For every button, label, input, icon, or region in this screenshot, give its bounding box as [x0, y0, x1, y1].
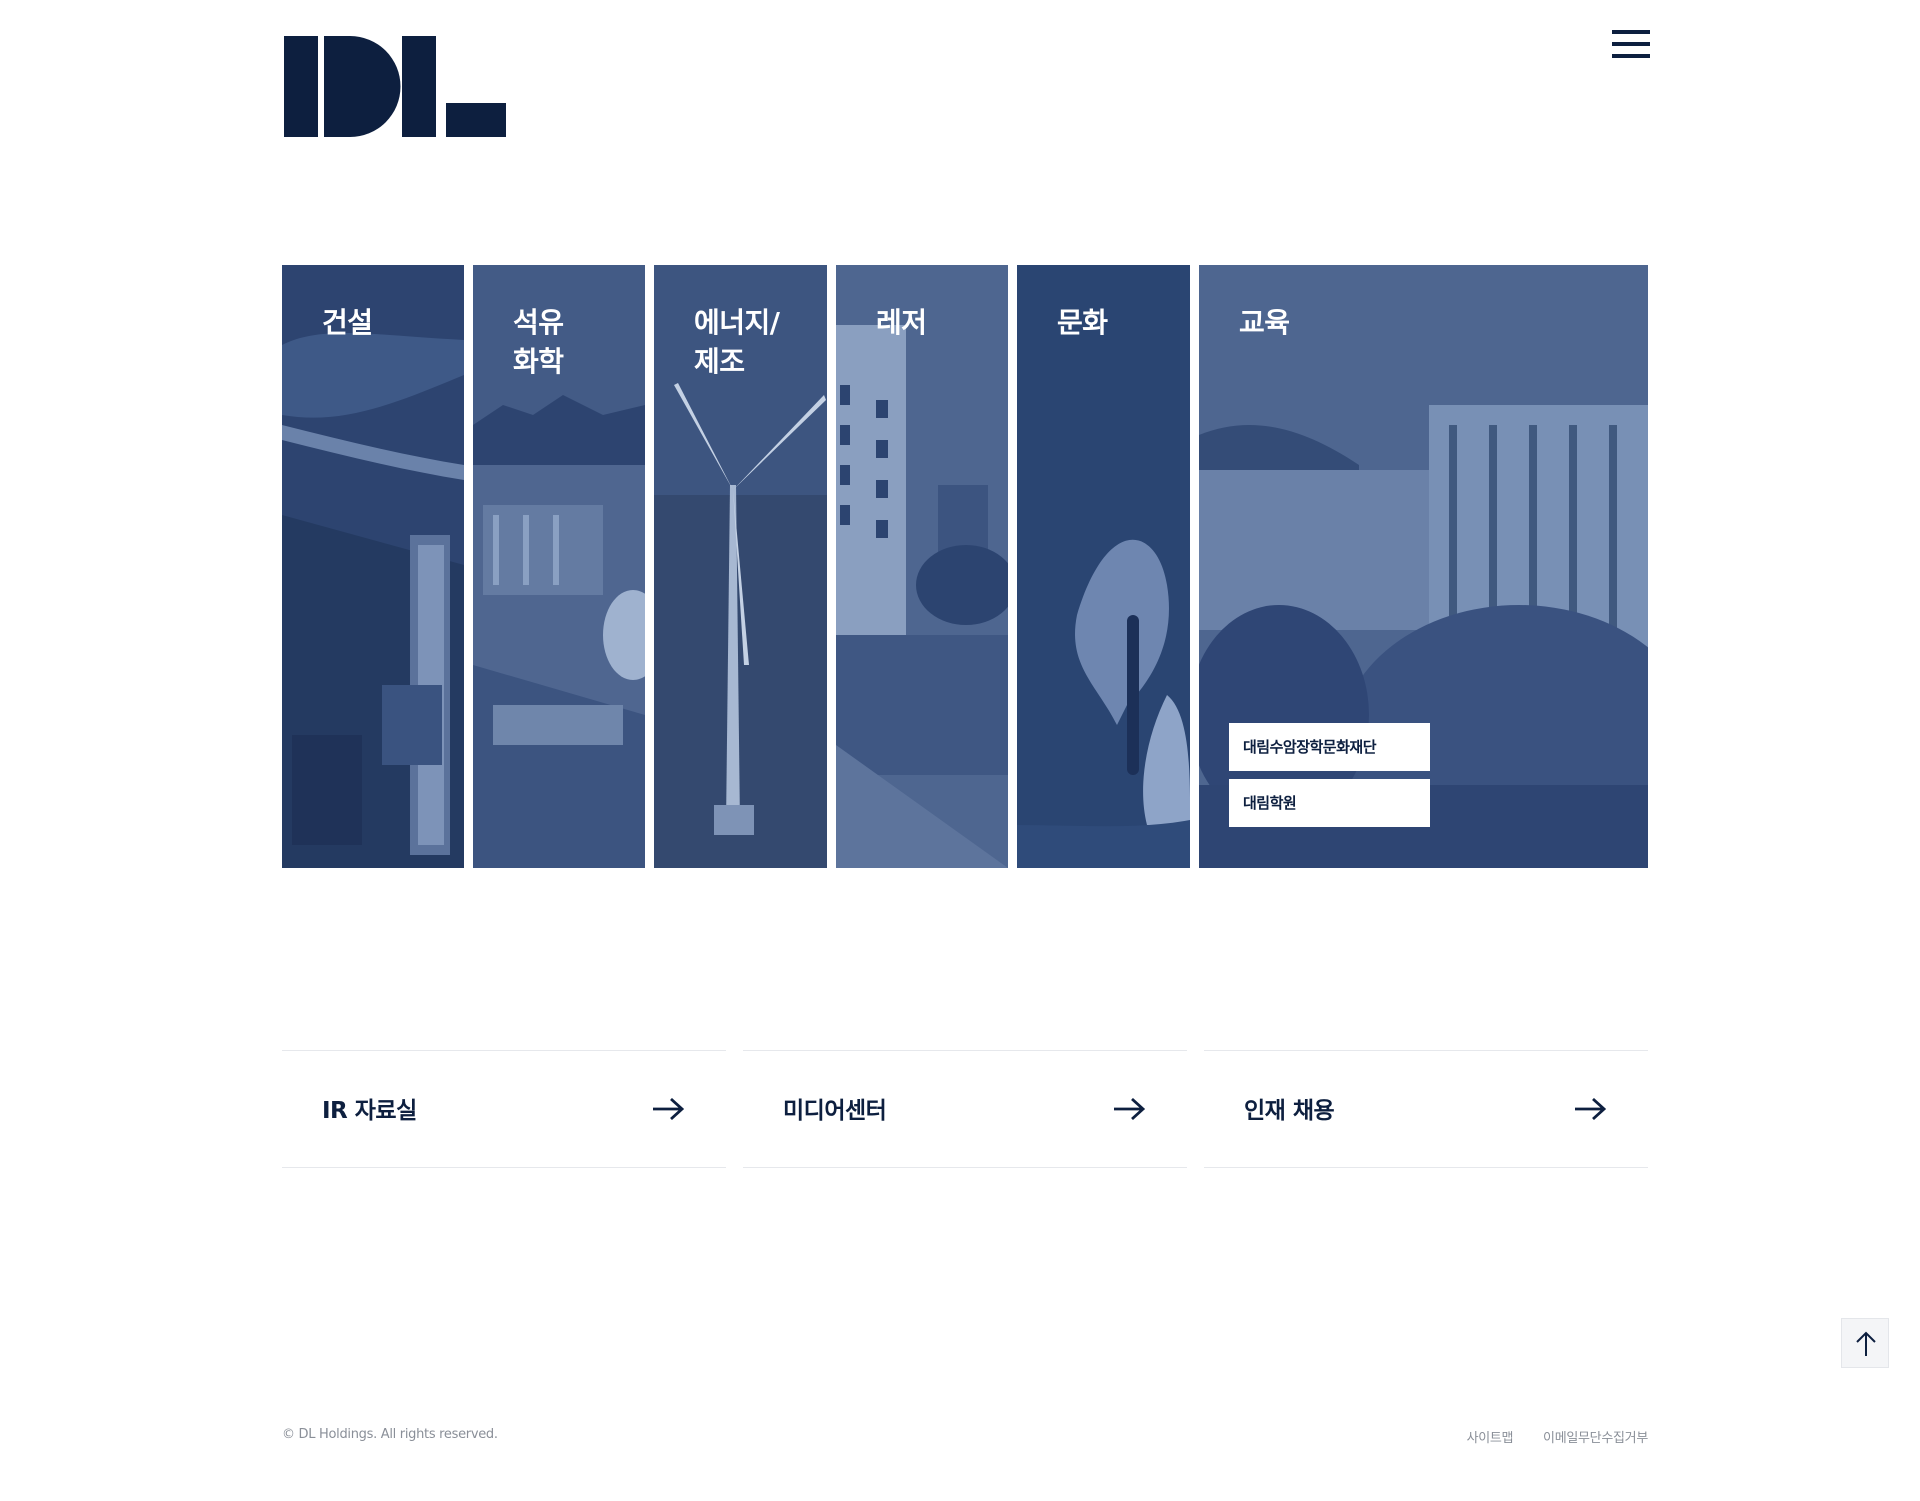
- recruitment-link[interactable]: 인재 채용: [1204, 1050, 1648, 1168]
- arrow-right-icon: [653, 1098, 684, 1120]
- media-center-link[interactable]: 미디어센터: [743, 1050, 1187, 1168]
- panel-title: 석유 화학: [513, 306, 564, 378]
- ir-archive-link[interactable]: IR 자료실: [282, 1050, 726, 1168]
- panel-title: 레저: [876, 306, 927, 339]
- dl-logo-mark: [284, 36, 506, 137]
- panel-title: 문화: [1057, 306, 1108, 339]
- panel-education[interactable]: 교육 대림수암장학문화재단 대림학원: [1199, 265, 1648, 868]
- education-sub-links: 대림수암장학문화재단 대림학원: [1229, 723, 1430, 835]
- scroll-top-button[interactable]: [1841, 1318, 1889, 1368]
- copyright-text: © DL Holdings. All rights reserved.: [282, 1427, 498, 1442]
- panel-petrochemical[interactable]: 석유 화학: [473, 265, 645, 868]
- hamburger-menu-icon[interactable]: [1612, 30, 1650, 58]
- link-daelim-scholarship-foundation[interactable]: 대림수암장학문화재단: [1229, 723, 1430, 771]
- quick-link-label: 미디어센터: [783, 1098, 887, 1124]
- sitemap-link[interactable]: 사이트맵: [1467, 1431, 1514, 1446]
- panel-leisure[interactable]: 레저: [836, 265, 1008, 868]
- panel-title: 교육: [1239, 306, 1290, 339]
- panel-title: 건설: [322, 306, 373, 339]
- quick-links: IR 자료실 미디어센터 인재 채용: [282, 1050, 1648, 1168]
- leisure-photo: [836, 265, 1008, 868]
- arrow-right-icon: [1575, 1098, 1606, 1120]
- panel-culture[interactable]: 문화: [1017, 265, 1190, 868]
- arrow-up-icon: [1856, 1331, 1876, 1356]
- quick-link-label: 인재 채용: [1244, 1098, 1335, 1124]
- footer-links: 사이트맵 이메일무단수집거부: [1441, 1427, 1649, 1446]
- arrow-right-icon: [1114, 1098, 1145, 1120]
- panel-construction[interactable]: 건설: [282, 265, 464, 868]
- panel-title: 에너지/ 제조: [694, 306, 780, 378]
- dl-logo[interactable]: [284, 36, 506, 137]
- link-daelim-school[interactable]: 대림학원: [1229, 779, 1430, 827]
- culture-photo: [1017, 265, 1190, 868]
- email-refusal-link[interactable]: 이메일무단수집거부: [1543, 1431, 1648, 1446]
- construction-photo: [282, 265, 464, 868]
- quick-link-label: IR 자료실: [322, 1098, 417, 1124]
- panel-energy-manufacturing[interactable]: 에너지/ 제조: [654, 265, 827, 868]
